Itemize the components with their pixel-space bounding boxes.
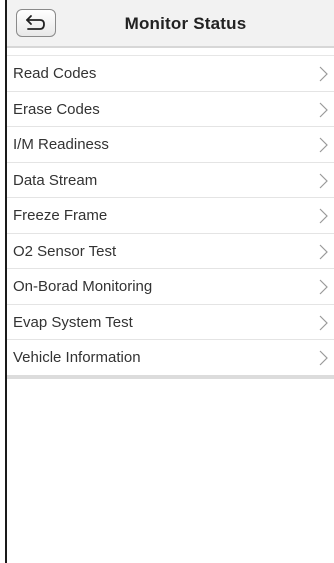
chevron-right-icon <box>319 350 328 366</box>
chevron-right-icon <box>319 173 328 188</box>
chevron-right-icon <box>319 244 328 259</box>
menu-item-im-readiness[interactable]: I/M Readiness <box>7 127 334 163</box>
header-bar: Monitor Status <box>7 0 334 48</box>
menu-item-freeze-frame[interactable]: Freeze Frame <box>7 198 334 234</box>
chevron-right-icon <box>319 102 328 117</box>
menu-item-label: O2 Sensor Test <box>13 242 117 260</box>
menu-item-label: Evap System Test <box>13 313 133 331</box>
list-bottom-divider <box>7 375 334 379</box>
menu-item-o2-sensor-test[interactable]: O2 Sensor Test <box>7 234 334 269</box>
menu-item-label: Freeze Frame <box>13 207 108 224</box>
return-arrow-icon <box>26 15 45 30</box>
menu-item-label: Data Stream <box>13 171 98 189</box>
chevron-right-icon <box>319 66 328 82</box>
menu-item-label: Read Codes <box>13 65 97 82</box>
menu-item-data-stream[interactable]: Data Stream <box>7 163 334 198</box>
menu-item-label: I/M Readiness <box>13 136 109 153</box>
chevron-right-icon <box>319 137 328 153</box>
chevron-right-icon <box>319 315 328 330</box>
chevron-right-icon <box>319 279 328 295</box>
menu-item-read-codes[interactable]: Read Codes <box>7 56 334 92</box>
page-title: Monitor Status <box>124 14 247 33</box>
menu-item-evap-system-test[interactable]: Evap System Test <box>7 305 334 340</box>
menu-list: Read Codes Erase Codes I/M Readiness Dat… <box>7 55 334 376</box>
menu-item-label: On-Borad Monitoring <box>13 278 153 295</box>
menu-item-erase-codes[interactable]: Erase Codes <box>7 92 334 127</box>
screen: Monitor Status Read Codes Erase Codes I/… <box>0 0 334 563</box>
chevron-right-icon <box>319 208 328 224</box>
menu-item-vehicle-information[interactable]: Vehicle Information <box>7 340 334 376</box>
menu-item-label: Vehicle Information <box>13 349 141 366</box>
menu-item-on-board-monitoring[interactable]: On-Borad Monitoring <box>7 269 334 305</box>
back-button[interactable] <box>16 9 56 37</box>
menu-item-label: Erase Codes <box>13 100 100 118</box>
